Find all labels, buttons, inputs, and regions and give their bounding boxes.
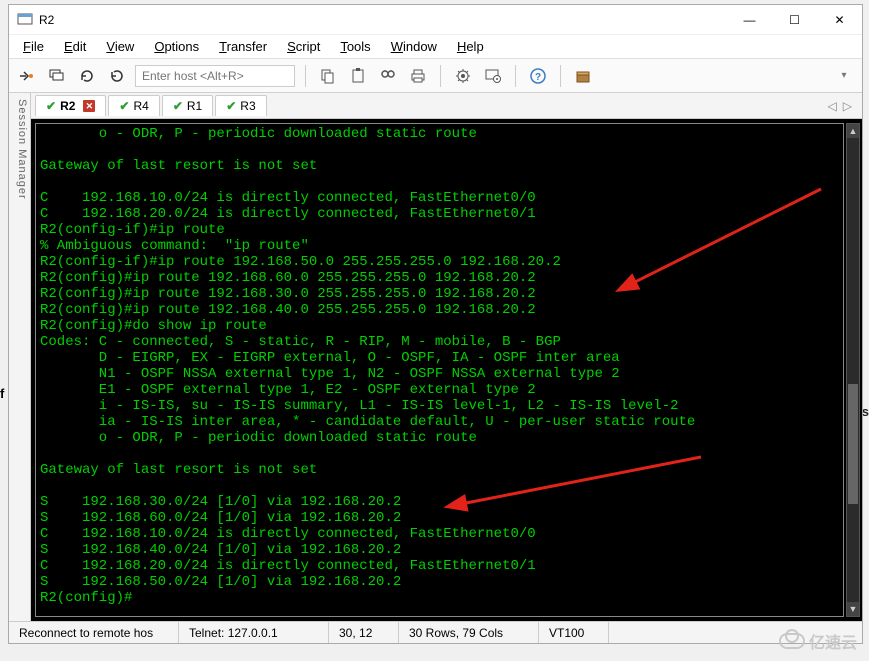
tab-r3[interactable]: ✔ R3 xyxy=(215,95,266,116)
scroll-down-icon[interactable]: ▼ xyxy=(847,602,859,616)
svg-text:?: ? xyxy=(535,72,541,83)
window-controls: — ☐ ✕ xyxy=(727,5,862,34)
toolbar-separator xyxy=(305,65,306,87)
tab-label: R2 xyxy=(60,99,75,113)
close-button[interactable]: ✕ xyxy=(817,5,862,34)
toolbar-separator xyxy=(560,65,561,87)
tab-nav: ◁ ▷ xyxy=(828,99,858,113)
tab-close-icon[interactable]: ✕ xyxy=(83,100,95,112)
quick-connect-icon[interactable] xyxy=(15,64,39,88)
scroll-up-icon[interactable]: ▲ xyxy=(847,124,859,138)
menu-options[interactable]: Options xyxy=(146,37,207,56)
maximize-button[interactable]: ☐ xyxy=(772,5,817,34)
status-reconnect: Reconnect to remote hos xyxy=(9,622,179,643)
menu-transfer[interactable]: Transfer xyxy=(211,37,275,56)
toolbar: ? ▾ xyxy=(9,59,862,93)
session-options-icon[interactable] xyxy=(481,64,505,88)
toolbox-icon[interactable] xyxy=(571,64,595,88)
menu-edit[interactable]: Edit xyxy=(56,37,94,56)
statusbar: Reconnect to remote hos Telnet: 127.0.0.… xyxy=(9,621,862,643)
print-icon[interactable] xyxy=(406,64,430,88)
menu-window[interactable]: Window xyxy=(383,37,445,56)
tab-r2[interactable]: ✔ R2 ✕ xyxy=(35,95,106,116)
app-icon xyxy=(17,12,33,28)
menu-view[interactable]: View xyxy=(98,37,142,56)
toolbar-separator xyxy=(515,65,516,87)
menu-help[interactable]: Help xyxy=(449,37,492,56)
session-manager-panel[interactable]: Session Manager xyxy=(9,93,31,621)
connected-check-icon: ✔ xyxy=(119,99,129,113)
tab-prev-icon[interactable]: ◁ xyxy=(828,99,837,113)
tab-r1[interactable]: ✔ R1 xyxy=(162,95,213,116)
minimize-button[interactable]: — xyxy=(727,5,772,34)
external-marker-f: f xyxy=(0,386,4,401)
status-cursor: 30, 12 xyxy=(329,622,399,643)
status-termtype: VT100 xyxy=(539,622,609,643)
connected-check-icon: ✔ xyxy=(173,99,183,113)
menu-tools[interactable]: Tools xyxy=(332,37,378,56)
status-dimensions: 30 Rows, 79 Cols xyxy=(399,622,539,643)
toolbar-overflow-icon[interactable]: ▾ xyxy=(832,64,856,88)
tab-label: R4 xyxy=(133,99,148,113)
tab-label: R1 xyxy=(187,99,202,113)
sessions-icon[interactable] xyxy=(45,64,69,88)
toolbar-separator xyxy=(440,65,441,87)
status-protocol: Telnet: 127.0.0.1 xyxy=(179,622,329,643)
options-icon[interactable] xyxy=(451,64,475,88)
paste-icon[interactable] xyxy=(346,64,370,88)
scroll-thumb[interactable] xyxy=(848,384,858,504)
menubar: FileEditViewOptionsTransferScriptTools Wi… xyxy=(9,35,862,59)
find-icon[interactable] xyxy=(376,64,400,88)
window-title: R2 xyxy=(39,13,727,27)
copy-icon[interactable] xyxy=(316,64,340,88)
reconnect-icon[interactable] xyxy=(75,64,99,88)
tab-label: R3 xyxy=(240,99,255,113)
menu-script[interactable]: Script xyxy=(279,37,328,56)
disconnect-icon[interactable] xyxy=(105,64,129,88)
help-icon[interactable]: ? xyxy=(526,64,550,88)
terminal-area: o - ODR, P - periodic downloaded static … xyxy=(31,119,862,621)
tabstrip: ✔ R2 ✕ ✔ R4 ✔ R1 ✔ R3 ◁ ▷ xyxy=(31,93,862,119)
terminal[interactable]: o - ODR, P - periodic downloaded static … xyxy=(35,123,844,617)
host-input[interactable] xyxy=(135,65,295,87)
connected-check-icon: ✔ xyxy=(226,99,236,113)
tab-next-icon[interactable]: ▷ xyxy=(843,99,852,113)
connected-check-icon: ✔ xyxy=(46,99,56,113)
menu-file[interactable]: File xyxy=(15,37,52,56)
terminal-scrollbar[interactable]: ▲ ▼ xyxy=(846,123,860,617)
tab-r4[interactable]: ✔ R4 xyxy=(108,95,159,116)
app-window: R2 — ☐ ✕ FileEditViewOptionsTransferScri… xyxy=(8,4,863,644)
titlebar: R2 — ☐ ✕ xyxy=(9,5,862,35)
